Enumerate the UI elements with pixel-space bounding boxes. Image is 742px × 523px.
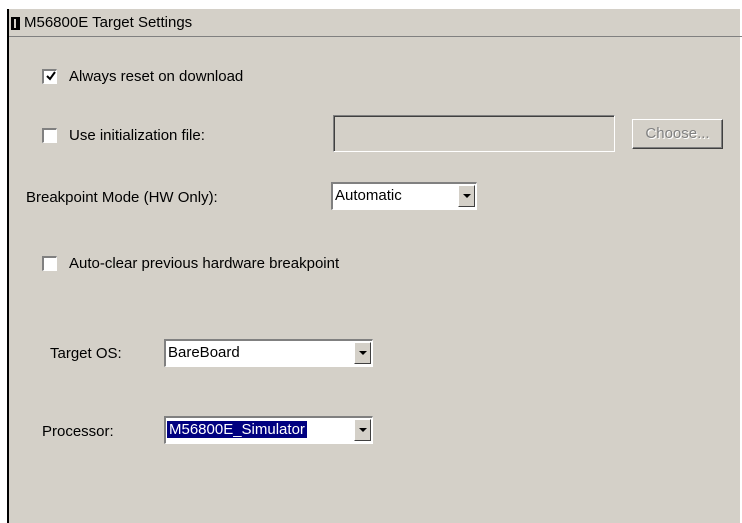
window-icon [11,17,20,30]
target-os-select[interactable]: BareBoard [164,339,373,367]
panel-header: M56800E Target Settings [9,9,742,37]
processor-select[interactable]: M56800E_Simulator [164,416,373,444]
target-os-dropdown-button[interactable] [354,342,371,364]
processor-value: M56800E_Simulator [166,420,308,439]
target-os-value: BareBoard [168,344,240,361]
panel-title: M56800E Target Settings [24,14,193,31]
init-file-path-field[interactable] [333,115,615,152]
breakpoint-mode-select[interactable]: Automatic [331,182,477,210]
breakpoint-mode-label: Breakpoint Mode (HW Only): [26,189,218,206]
use-init-file-checkbox[interactable] [42,128,57,143]
breakpoint-mode-value: Automatic [335,187,402,204]
check-mark-icon [46,71,56,81]
always-reset-checkbox[interactable] [42,69,57,84]
processor-dropdown-button[interactable] [354,419,371,441]
auto-clear-label[interactable]: Auto-clear previous hardware breakpoint [69,255,339,272]
use-init-file-label[interactable]: Use initialization file: [69,127,205,144]
chevron-down-icon [463,194,471,198]
chevron-down-icon [359,428,367,432]
target-settings-panel: M56800E Target Settings Always reset on … [7,9,742,523]
always-reset-label[interactable]: Always reset on download [69,68,243,85]
auto-clear-checkbox[interactable] [42,256,57,271]
chevron-down-icon [359,351,367,355]
target-os-label: Target OS: [50,345,122,362]
processor-label: Processor: [42,423,114,440]
choose-button[interactable]: Choose... [632,119,723,149]
breakpoint-mode-dropdown-button[interactable] [458,185,475,207]
